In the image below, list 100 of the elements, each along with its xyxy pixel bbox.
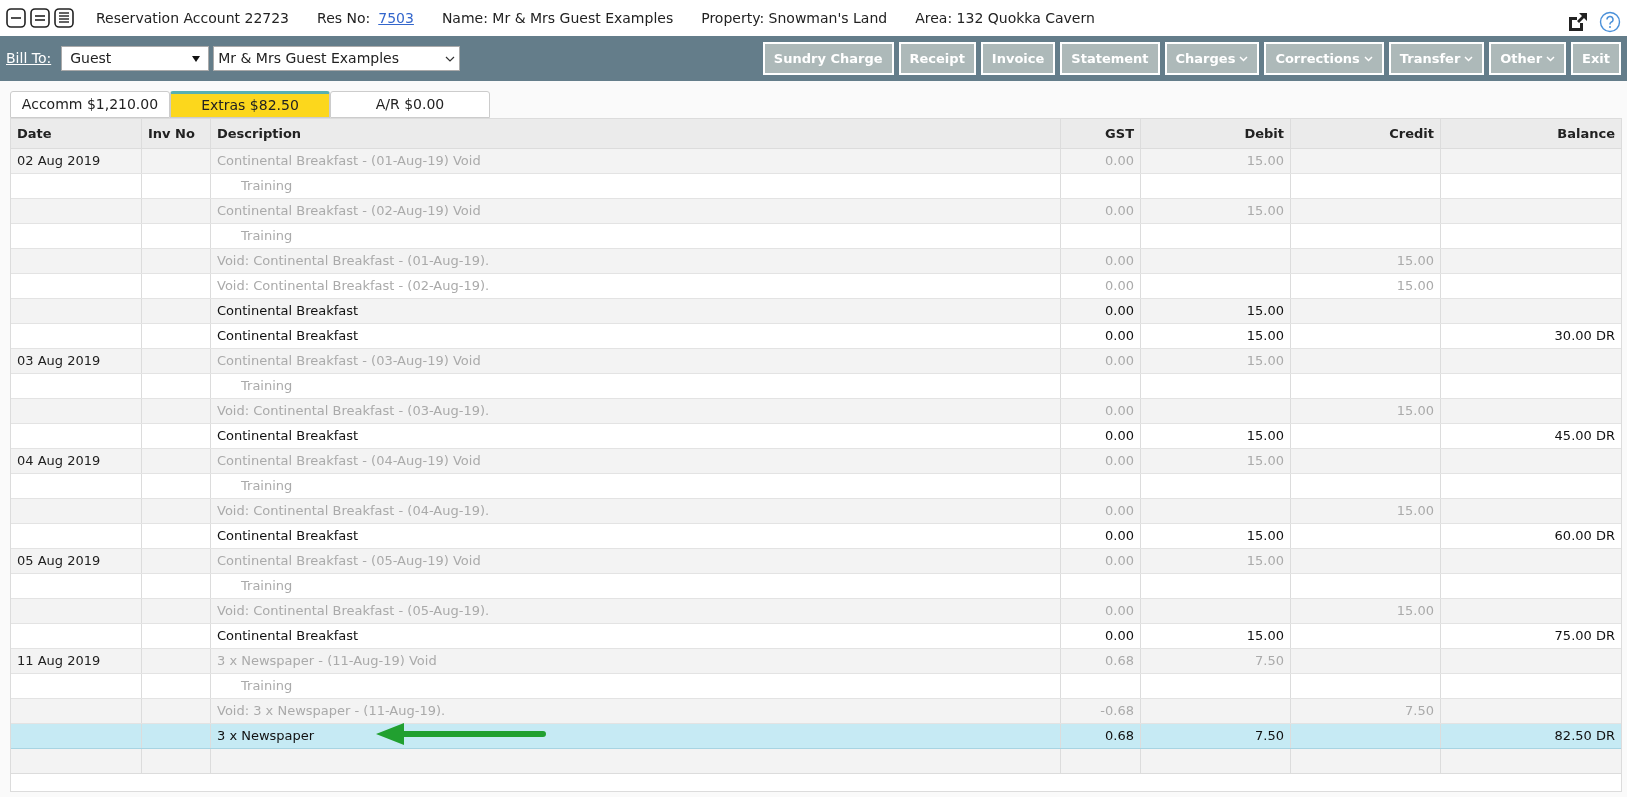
table-row[interactable]: Void: Continental Breakfast - (02-Aug-19). 0.00 15.00 — [11, 274, 1621, 299]
res-no-label: Res No: — [317, 8, 371, 28]
tab[interactable]: Accomm $1,210.00 — [10, 91, 170, 118]
table-row[interactable]: Training — [11, 474, 1621, 499]
toolbar-button[interactable]: Invoice — [980, 42, 1056, 75]
tab[interactable]: Extras $82.50 — [170, 91, 330, 118]
res-no-link[interactable]: 7503 — [378, 7, 414, 29]
table-row[interactable]: Continental Breakfast 0.00 15.00 30.00 DR — [11, 324, 1621, 349]
table-cell-text: 0.00 — [1105, 502, 1134, 521]
table-cell-text: Continental Breakfast — [217, 327, 359, 346]
column-header: Description — [217, 124, 302, 143]
table-cell-text: 15.00 — [1246, 352, 1284, 371]
table-row[interactable]: Void: Continental Breakfast - (05-Aug-19). 0.00 15.00 — [11, 599, 1621, 624]
bill-to-link[interactable]: Bill To: — [6, 48, 52, 69]
table-row[interactable]: 05 Aug 2019 Continental Breakfast - (05-Aug-19) Void 0.00 15.00 — [11, 549, 1621, 574]
toolbar-button[interactable]: Receipt — [898, 42, 976, 75]
table-cell-text: Continental Breakfast - (02-Aug-19) Void — [217, 202, 481, 221]
table-row[interactable]: 03 Aug 2019 Continental Breakfast - (03-Aug-19) Void 0.00 15.00 — [11, 349, 1621, 374]
table-cell-text: 15.00 — [1246, 152, 1284, 171]
table-cell-text: Training — [240, 577, 293, 596]
table-cell-text: Continental Breakfast — [217, 302, 359, 321]
table-row[interactable]: Training — [11, 174, 1621, 199]
dropdown-triangle-icon — [192, 55, 201, 62]
table-cell-text: 15.00 — [1396, 252, 1434, 271]
table-cell-text: 03 Aug 2019 — [17, 352, 101, 371]
toolbar-button[interactable]: Charges — [1164, 42, 1260, 75]
table-cell-text: 0.00 — [1105, 627, 1134, 646]
table-row[interactable]: Void: Continental Breakfast - (03-Aug-19). 0.00 15.00 — [11, 399, 1621, 424]
external-window-icon[interactable] — [1567, 11, 1589, 33]
table-cell-text: 3 x Newspaper — [217, 727, 315, 746]
table-cell-text: 0.00 — [1105, 402, 1134, 421]
table-row[interactable]: Continental Breakfast 0.00 15.00 45.00 DR — [11, 424, 1621, 449]
table-row[interactable]: Continental Breakfast 0.00 15.00 60.00 DR — [11, 524, 1621, 549]
table-cell-text: 15.00 — [1246, 452, 1284, 471]
table-cell-text: 05 Aug 2019 — [17, 552, 101, 571]
table-row[interactable]: Continental Breakfast 0.00 15.00 75.00 DR — [11, 624, 1621, 649]
table-cell-text: 0.00 — [1105, 527, 1134, 546]
chevron-down-icon — [1363, 55, 1373, 62]
table-cell-text: Void: Continental Breakfast - (02-Aug-19). — [217, 277, 490, 296]
help-icon[interactable] — [1599, 11, 1621, 33]
table-row[interactable]: Continental Breakfast 0.00 15.00 — [11, 299, 1621, 324]
toolbar-button[interactable]: Other — [1489, 42, 1567, 75]
chevron-down-icon — [445, 55, 456, 62]
table-cell-text: 15.00 — [1396, 602, 1434, 621]
toolbar-button[interactable]: Exit — [1571, 42, 1621, 75]
table-cell-text: 0.00 — [1105, 277, 1134, 296]
view-toggle-icon[interactable] — [6, 8, 26, 28]
table-cell-text: 15.00 — [1396, 502, 1434, 521]
table-row[interactable]: Training — [11, 574, 1621, 599]
table-cell-text: Void: Continental Breakfast - (03-Aug-19). — [217, 402, 490, 421]
table-row[interactable]: 04 Aug 2019 Continental Breakfast - (04-Aug-19) Void 0.00 15.00 — [11, 449, 1621, 474]
table-cell-text: Void: Continental Breakfast - (04-Aug-19). — [217, 502, 490, 521]
table-cell-text: 0.00 — [1105, 602, 1134, 621]
table-cell-text: Void: Continental Breakfast - (01-Aug-19). — [217, 252, 490, 271]
table-cell-text: 0.00 — [1105, 152, 1134, 171]
table-cell-text: 0.00 — [1105, 352, 1134, 371]
table-row[interactable]: Void: Continental Breakfast - (01-Aug-19). 0.00 15.00 — [11, 249, 1621, 274]
table-cell-text: 0.00 — [1105, 427, 1134, 446]
table-cell-text: -0.68 — [1100, 702, 1134, 721]
toolbar-button[interactable]: Sundry Charge — [762, 42, 894, 75]
toolbar-button[interactable]: Statement — [1060, 42, 1160, 75]
table-cell-text: Continental Breakfast - (05-Aug-19) Void — [217, 552, 481, 571]
table-row[interactable]: 02 Aug 2019 Continental Breakfast - (01-Aug-19) Void 0.00 15.00 — [11, 149, 1621, 174]
bill-to-type-select[interactable]: Guest — [61, 46, 210, 71]
table-row[interactable]: 3 x Newspaper 0.68 7.50 82.50 DR — [11, 724, 1621, 749]
table-cell-text: 45.00 DR — [1554, 427, 1615, 446]
table-cell-text: 0.68 — [1105, 652, 1134, 671]
table-cell-text: 0.00 — [1105, 327, 1134, 346]
table-cell-text: 60.00 DR — [1554, 527, 1615, 546]
view-toggle-icon[interactable] — [30, 8, 50, 28]
table-cell-text: 0.00 — [1105, 452, 1134, 471]
table-cell-text: 3 x Newspaper - (11-Aug-19) Void — [217, 652, 437, 671]
table-row[interactable]: Training — [11, 374, 1621, 399]
bill-to-name-select[interactable]: Mr & Mrs Guest Examples — [213, 46, 461, 71]
table-cell-text: Continental Breakfast - (04-Aug-19) Void — [217, 452, 481, 471]
table-cell-text: 82.50 DR — [1554, 727, 1615, 746]
table-cell-text: 15.00 — [1246, 427, 1284, 446]
account-title: Reservation Account 22723 — [96, 8, 290, 28]
table-cell-text: Training — [240, 677, 293, 696]
table-cell-text: Continental Breakfast — [217, 627, 359, 646]
column-header: Balance — [1557, 124, 1615, 143]
table-cell-text: 0.00 — [1105, 552, 1134, 571]
table-cell-text: Continental Breakfast — [217, 427, 359, 446]
table-cell-text: 30.00 DR — [1554, 327, 1615, 346]
toolbar-button[interactable]: Corrections — [1264, 42, 1384, 75]
table-row[interactable]: 11 Aug 2019 3 x Newspaper - (11-Aug-19) Void 0.68 7.50 — [11, 649, 1621, 674]
table-cell-text: Training — [240, 227, 293, 246]
table-row[interactable]: Training — [11, 224, 1621, 249]
table-cell-text: 0.00 — [1105, 202, 1134, 221]
table-cell-text: 15.00 — [1246, 202, 1284, 221]
toolbar-button[interactable]: Transfer — [1388, 42, 1485, 75]
tab[interactable]: A/R $0.00 — [330, 91, 490, 118]
view-toggle-icon[interactable] — [54, 8, 74, 28]
guest-name: Name: Mr & Mrs Guest Examples — [441, 8, 674, 28]
table-row[interactable]: Continental Breakfast - (02-Aug-19) Void 0.00 15.00 — [11, 199, 1621, 224]
table-row[interactable]: Void: 3 x Newspaper - (11-Aug-19). -0.68 7.50 — [11, 699, 1621, 724]
table-row[interactable]: Void: Continental Breakfast - (04-Aug-19). 0.00 15.00 — [11, 499, 1621, 524]
table-cell-text: 75.00 DR — [1554, 627, 1615, 646]
table-row[interactable]: Training — [11, 674, 1621, 699]
table-cell-text: 02 Aug 2019 — [17, 152, 101, 171]
